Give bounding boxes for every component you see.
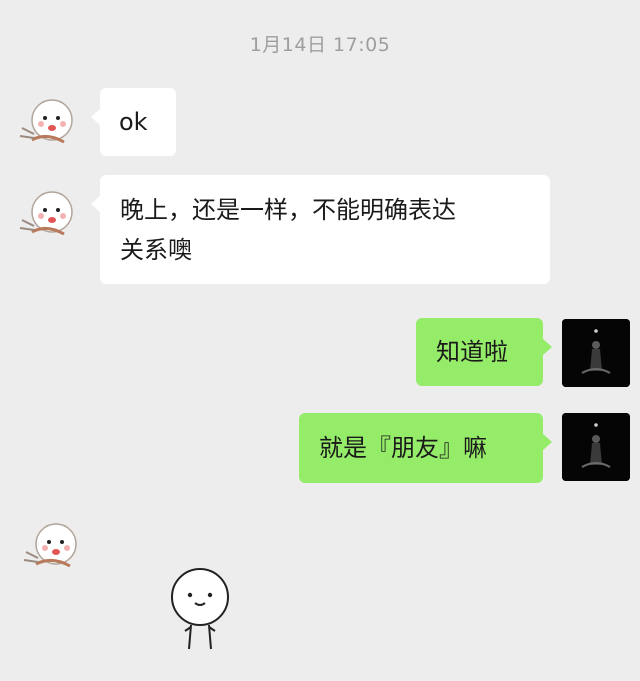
message-text: 晚上，还是一样，不能明确表达 关系噢 bbox=[120, 196, 456, 264]
message-text: 就是『朋友』嘛 bbox=[319, 434, 487, 462]
message-text: 知道啦 bbox=[436, 338, 508, 366]
user-avatar[interactable] bbox=[562, 319, 630, 387]
outgoing-message-bubble[interactable]: 知道啦 bbox=[416, 318, 552, 386]
incoming-message-bubble[interactable]: 晚上，还是一样，不能明确表达 关系噢 bbox=[91, 175, 550, 284]
stick-figure-sticker[interactable] bbox=[155, 565, 245, 665]
user-avatar[interactable] bbox=[562, 413, 630, 481]
incoming-message-bubble[interactable]: ok bbox=[91, 88, 176, 156]
contact-avatar[interactable] bbox=[14, 180, 80, 246]
contact-avatar[interactable] bbox=[14, 88, 80, 154]
contact-avatar[interactable] bbox=[22, 514, 88, 580]
outgoing-message-bubble[interactable]: 就是『朋友』嘛 bbox=[299, 413, 552, 483]
message-text: ok bbox=[119, 108, 148, 136]
chat-timestamp: 1月14日 17:05 bbox=[249, 34, 391, 56]
